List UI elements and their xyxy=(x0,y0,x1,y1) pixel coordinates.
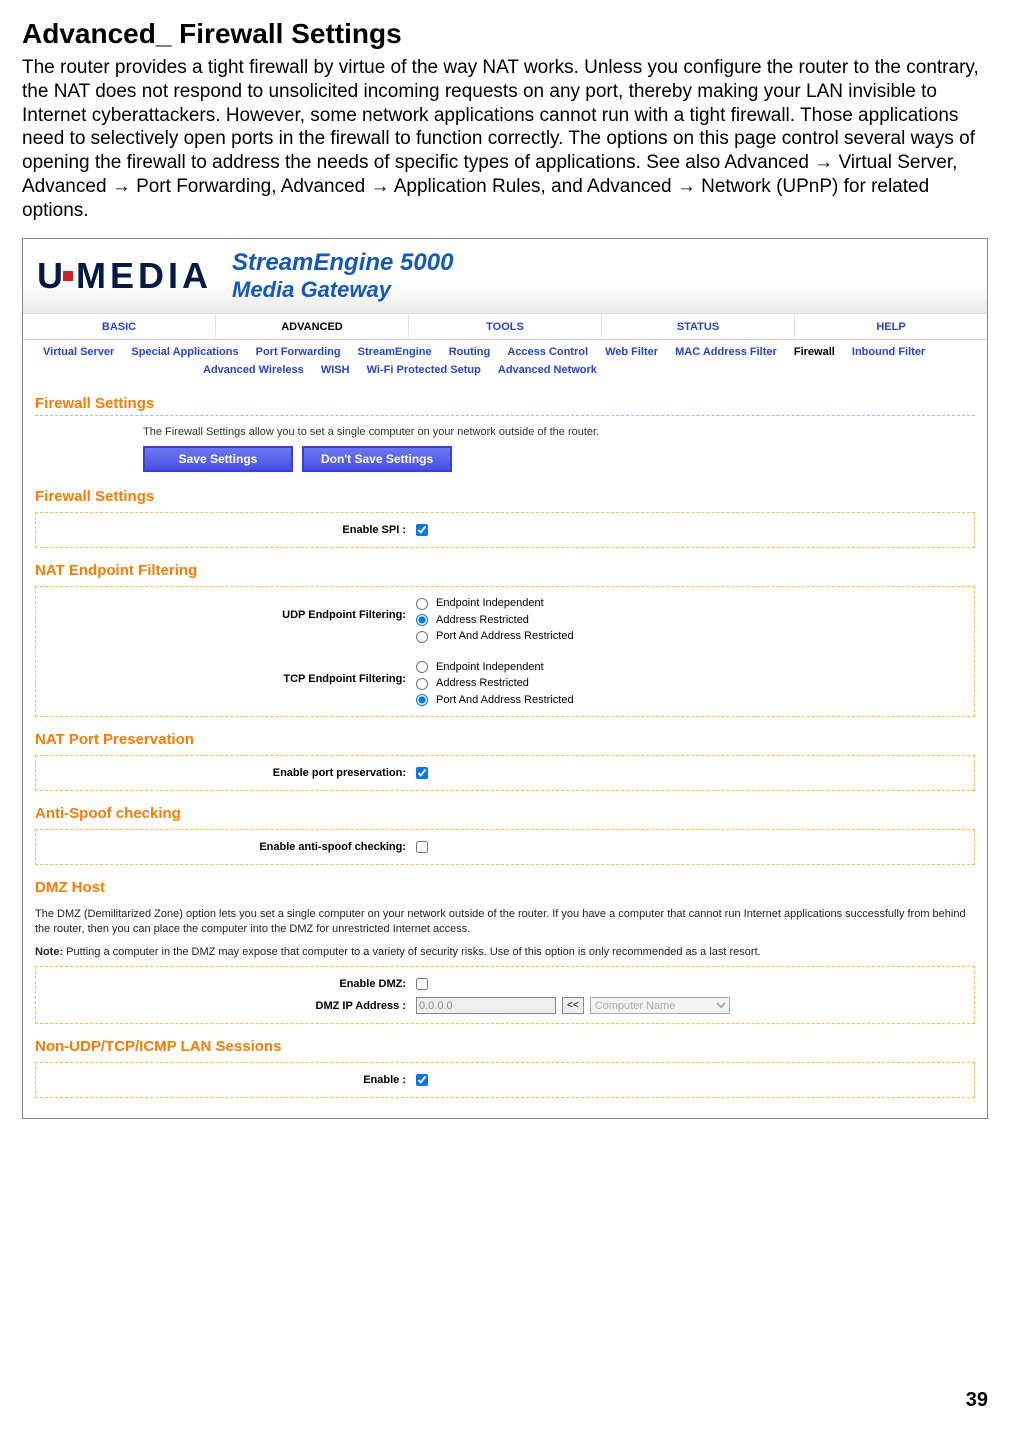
box-nat-port: Enable port preservation: xyxy=(35,755,975,791)
checkbox-antispoof[interactable] xyxy=(416,841,428,853)
intro-paragraph: The router provides a tight firewall by … xyxy=(22,56,988,222)
checkbox-port-preservation[interactable] xyxy=(416,767,428,779)
checkbox-nonudp-enable[interactable] xyxy=(416,1074,428,1086)
box-nonudp: Enable : xyxy=(35,1062,975,1098)
subnav-web-filter[interactable]: Web Filter xyxy=(605,344,658,362)
opt-udp-par: Port And Address Restricted xyxy=(436,628,574,645)
subnav-firewall[interactable]: Firewall xyxy=(794,344,835,362)
button-row: Save Settings Don't Save Settings xyxy=(143,446,975,472)
label-enable-spi: Enable SPI : xyxy=(46,524,416,536)
subnav-advanced-network[interactable]: Advanced Network xyxy=(498,362,597,380)
dmz-note-text: Putting a computer in the DMZ may expose… xyxy=(63,946,761,958)
section-firewall-settings-top: Firewall Settings xyxy=(35,395,975,416)
router-admin-screenshot: U MEDIA StreamEngine 5000 Media Gateway … xyxy=(22,238,988,1119)
dmz-note: Note: Putting a computer in the DMZ may … xyxy=(35,945,975,960)
subnav-advanced-wireless[interactable]: Advanced Wireless xyxy=(203,362,304,380)
dmz-note-label: Note: xyxy=(35,946,63,958)
radio-udp-address-restricted[interactable] xyxy=(416,614,428,626)
subnav-access-control[interactable]: Access Control xyxy=(507,344,588,362)
box-antispoof: Enable anti-spoof checking: xyxy=(35,829,975,865)
radio-tcp-address-restricted[interactable] xyxy=(416,678,428,690)
section-firewall-settings: Firewall Settings xyxy=(35,488,987,508)
opt-tcp-ei: Endpoint Independent xyxy=(436,659,544,676)
input-dmz-ip[interactable] xyxy=(416,997,556,1014)
firewall-intro-text: The Firewall Settings allow you to set a… xyxy=(143,426,975,438)
topnav-help[interactable]: HELP xyxy=(795,314,987,339)
umedia-logo: U MEDIA xyxy=(37,255,212,297)
subnav-wish[interactable]: WISH xyxy=(321,362,350,380)
product-line2: Media Gateway xyxy=(232,277,453,303)
subnav-mac-filter[interactable]: MAC Address Filter xyxy=(675,344,777,362)
topnav-tools[interactable]: TOOLS xyxy=(409,314,602,339)
radio-udp-port-address-restricted[interactable] xyxy=(416,631,428,643)
opt-udp-ei: Endpoint Independent xyxy=(436,595,544,612)
opt-tcp-par: Port And Address Restricted xyxy=(436,692,574,709)
dont-save-settings-button[interactable]: Don't Save Settings xyxy=(302,446,452,472)
radio-udp-endpoint-independent[interactable] xyxy=(416,598,428,610)
product-name: StreamEngine 5000 Media Gateway xyxy=(232,249,453,303)
subnav-streamengine[interactable]: StreamEngine xyxy=(358,344,432,362)
topnav-status[interactable]: STATUS xyxy=(602,314,795,339)
subnav-virtual-server[interactable]: Virtual Server xyxy=(43,344,114,362)
checkbox-enable-spi[interactable] xyxy=(416,524,428,536)
subnav-special-applications[interactable]: Special Applications xyxy=(131,344,238,362)
label-dmz-ip: DMZ IP Address : xyxy=(46,1000,416,1012)
subnav-routing[interactable]: Routing xyxy=(449,344,491,362)
product-line1: StreamEngine 5000 xyxy=(232,249,453,277)
logo-word-media: MEDIA xyxy=(76,255,212,297)
opt-udp-ar: Address Restricted xyxy=(436,612,529,629)
copy-ip-button[interactable]: << xyxy=(562,997,584,1014)
label-udp-filtering: UDP Endpoint Filtering: xyxy=(46,595,416,645)
sub-nav: Virtual Server Special Applications Port… xyxy=(23,340,987,381)
subnav-port-forwarding[interactable]: Port Forwarding xyxy=(256,344,341,362)
topnav-basic[interactable]: BASIC xyxy=(23,314,216,339)
subnav-wifi-protected-setup[interactable]: Wi-Fi Protected Setup xyxy=(367,362,481,380)
top-nav: BASIC ADVANCED TOOLS STATUS HELP xyxy=(23,314,987,340)
select-computer-name[interactable]: Computer Name xyxy=(590,997,730,1014)
dmz-description: The DMZ (Demilitarized Zone) option lets… xyxy=(35,907,975,937)
router-header: U MEDIA StreamEngine 5000 Media Gateway xyxy=(23,239,987,314)
box-dmz: Enable DMZ: DMZ IP Address : << Computer… xyxy=(35,966,975,1024)
box-nat-endpoint: UDP Endpoint Filtering: Endpoint Indepen… xyxy=(35,586,975,717)
subnav-inbound-filter[interactable]: Inbound Filter xyxy=(852,344,925,362)
label-port-preservation: Enable port preservation: xyxy=(46,767,416,779)
opt-tcp-ar: Address Restricted xyxy=(436,675,529,692)
checkbox-enable-dmz[interactable] xyxy=(416,978,428,990)
section-nonudp: Non-UDP/TCP/ICMP LAN Sessions xyxy=(35,1038,987,1058)
save-settings-button[interactable]: Save Settings xyxy=(143,446,293,472)
radio-tcp-port-address-restricted[interactable] xyxy=(416,694,428,706)
logo-letter-u: U xyxy=(37,255,62,297)
section-nat-endpoint: NAT Endpoint Filtering xyxy=(35,562,987,582)
page-number: 39 xyxy=(22,1389,988,1412)
section-antispoof: Anti-Spoof checking xyxy=(35,805,987,825)
page-title: Advanced_ Firewall Settings xyxy=(22,18,988,50)
logo-dot-icon xyxy=(63,271,73,281)
section-nat-port: NAT Port Preservation xyxy=(35,731,987,751)
radio-tcp-endpoint-independent[interactable] xyxy=(416,661,428,673)
label-nonudp-enable: Enable : xyxy=(46,1074,416,1086)
box-enable-spi: Enable SPI : xyxy=(35,512,975,548)
label-antispoof: Enable anti-spoof checking: xyxy=(46,841,416,853)
label-tcp-filtering: TCP Endpoint Filtering: xyxy=(46,659,416,709)
topnav-advanced[interactable]: ADVANCED xyxy=(216,314,409,339)
section-dmz: DMZ Host xyxy=(35,879,987,899)
label-enable-dmz: Enable DMZ: xyxy=(46,978,416,990)
